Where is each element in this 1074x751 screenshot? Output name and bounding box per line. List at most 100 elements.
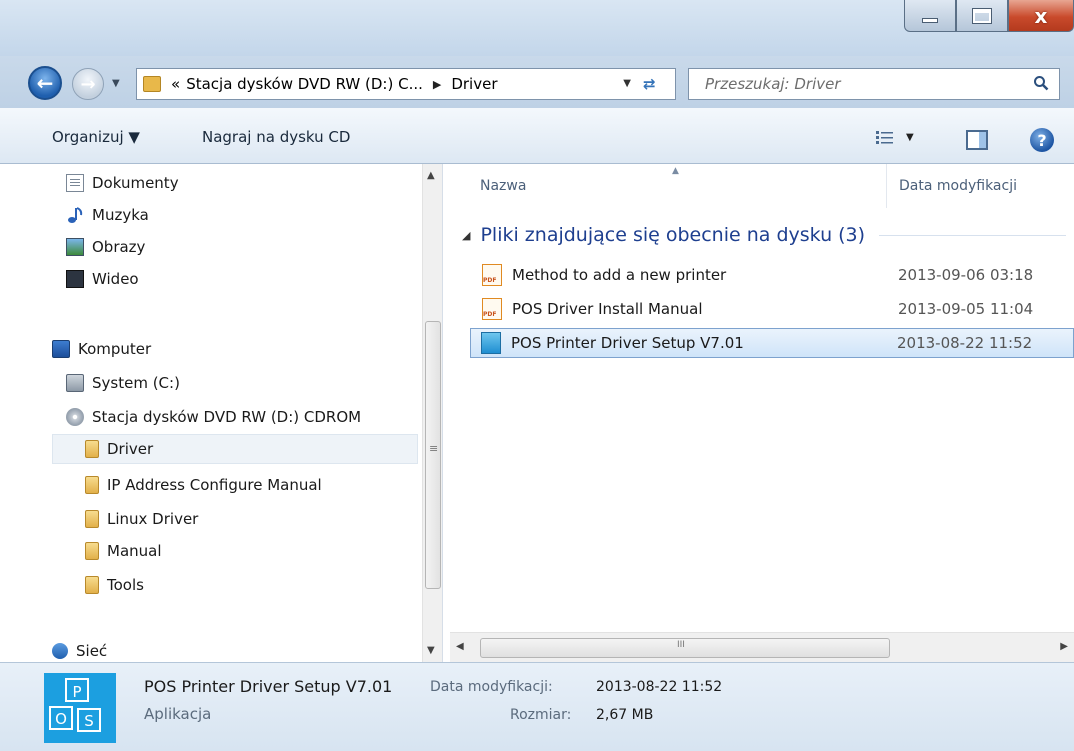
file-name: POS Driver Install Manual	[512, 300, 703, 318]
organize-button[interactable]: Organizuj ▼	[52, 128, 140, 146]
close-icon: x	[1034, 3, 1048, 28]
preview-pane-icon[interactable]	[966, 130, 988, 150]
nav-item-label: Stacja dysków DVD RW (D:) CDROM	[92, 408, 362, 426]
folder-icon	[85, 510, 99, 528]
details-file-type: Aplikacja	[144, 705, 212, 723]
nav-item-system-c[interactable]: System (C:)	[66, 368, 180, 398]
folder-icon	[85, 576, 99, 594]
nav-item-obrazy[interactable]: Obrazy	[66, 232, 145, 262]
application-icon	[481, 332, 501, 354]
change-view-icon[interactable]	[876, 130, 894, 146]
file-date: 2013-09-05 11:04	[898, 300, 1034, 318]
folder-icon	[85, 476, 99, 494]
view-options-dropdown[interactable]: ▼	[906, 132, 914, 143]
address-bar[interactable]: « Stacja dysków DVD RW (D:) C... ▶ Drive…	[136, 68, 676, 100]
address-row: ← → ▼ « Stacja dysków DVD RW (D:) C... ▶…	[0, 56, 1074, 108]
details-modified-value: 2013-08-22 11:52	[596, 679, 723, 695]
svg-text:S: S	[84, 712, 94, 730]
file-row[interactable]: Method to add a new printer 2013-09-06 0…	[472, 260, 1074, 290]
nav-item-wideo[interactable]: Wideo	[66, 264, 139, 294]
nav-item-tools[interactable]: Tools	[85, 570, 144, 600]
nav-item-label: System (C:)	[92, 374, 180, 392]
breadcrumb-separator[interactable]: ▶	[433, 78, 441, 91]
explorer-window: x ← → ▼ « Stacja dysków DVD RW (D:) C...…	[0, 0, 1074, 751]
application-icon: P O S	[44, 673, 116, 743]
network-icon	[52, 643, 68, 659]
scroll-up-icon[interactable]: ▲	[427, 170, 435, 181]
forward-arrow-icon: →	[80, 73, 96, 95]
navigation-pane: Dokumenty Muzyka Obrazy Wideo Komputer S…	[0, 164, 442, 662]
group-divider	[879, 234, 1066, 236]
command-bar: Organizuj ▼ Nagraj na dysku CD ▼ ?	[0, 108, 1074, 164]
pane-splitter[interactable]	[442, 164, 450, 662]
maximize-button[interactable]	[956, 0, 1008, 32]
file-date: 2013-08-22 11:52	[897, 334, 1033, 352]
music-icon	[66, 206, 84, 224]
group-header[interactable]: ◢ Pliki znajdujące się obecnie na dysku …	[462, 224, 1066, 246]
file-name: Method to add a new printer	[512, 266, 727, 284]
title-bar: x	[0, 0, 1074, 56]
back-button[interactable]: ←	[28, 66, 62, 100]
folder-icon	[85, 440, 99, 458]
nav-item-label: Komputer	[78, 340, 152, 358]
search-box[interactable]	[688, 68, 1060, 100]
details-size-value: 2,67 MB	[596, 707, 654, 723]
nav-item-label: IP Address Configure Manual	[107, 476, 322, 494]
column-header-date[interactable]: Data modyfikacji	[886, 164, 1017, 208]
navigation-scrollbar[interactable]: ▲ ▼	[422, 164, 442, 662]
details-modified-label: Data modyfikacji:	[430, 679, 553, 695]
back-arrow-icon: ←	[36, 71, 54, 95]
scrollbar-thumb[interactable]	[425, 321, 441, 589]
burn-to-disc-button[interactable]: Nagraj na dysku CD	[202, 128, 350, 146]
column-headers: ▲ Nazwa Data modyfikacji	[450, 164, 1074, 208]
search-icon[interactable]	[1033, 75, 1049, 91]
video-icon	[66, 270, 84, 288]
column-header-name[interactable]: Nazwa	[480, 178, 526, 194]
nav-item-label: Tools	[107, 576, 144, 594]
nav-item-komputer[interactable]: Komputer	[52, 334, 151, 364]
sort-ascending-icon: ▲	[672, 166, 679, 176]
pdf-icon	[482, 264, 502, 286]
nav-item-ip-address-manual[interactable]: IP Address Configure Manual	[85, 470, 322, 500]
scroll-down-icon[interactable]: ▼	[427, 645, 435, 656]
details-size-label: Rozmiar:	[510, 707, 572, 723]
nav-item-dokumenty[interactable]: Dokumenty	[66, 168, 179, 198]
maximize-icon	[972, 7, 992, 24]
search-input[interactable]	[705, 75, 1025, 93]
nav-item-label: Muzyka	[92, 206, 149, 224]
computer-icon	[52, 340, 70, 358]
scroll-right-icon[interactable]: ▶	[1060, 641, 1068, 652]
nav-item-driver[interactable]: Driver	[52, 434, 418, 464]
address-dropdown[interactable]: ▼	[623, 78, 631, 89]
file-row[interactable]: POS Driver Install Manual 2013-09-05 11:…	[472, 294, 1074, 324]
breadcrumb-drive[interactable]: Stacja dysków DVD RW (D:) C...	[186, 75, 423, 93]
collapse-icon[interactable]: ◢	[462, 229, 470, 242]
folder-icon	[143, 76, 161, 92]
nav-item-label: Wideo	[92, 270, 139, 288]
nav-item-label: Manual	[107, 542, 162, 560]
caption-buttons: x	[904, 0, 1074, 40]
nav-item-linux-driver[interactable]: Linux Driver	[85, 504, 198, 534]
details-pane: P O S POS Printer Driver Setup V7.01 Apl…	[0, 662, 1074, 751]
scrollbar-thumb[interactable]	[480, 638, 890, 658]
breadcrumb-prefix[interactable]: «	[171, 75, 180, 93]
file-name: POS Printer Driver Setup V7.01	[511, 334, 744, 352]
horizontal-scrollbar[interactable]: ◀ ▶	[450, 632, 1074, 662]
nav-item-label: Driver	[107, 440, 154, 458]
forward-button[interactable]: →	[72, 68, 104, 100]
close-button[interactable]: x	[1008, 0, 1074, 32]
help-icon[interactable]: ?	[1030, 128, 1054, 152]
refresh-icon[interactable]: ⇄	[643, 75, 667, 95]
breadcrumb-current[interactable]: Driver	[451, 75, 497, 93]
recent-pages-dropdown[interactable]: ▼	[112, 78, 120, 89]
pdf-icon	[482, 298, 502, 320]
file-row-selected[interactable]: POS Printer Driver Setup V7.01 2013-08-2…	[470, 328, 1074, 358]
nav-item-muzyka[interactable]: Muzyka	[66, 200, 149, 230]
nav-item-dvd-drive[interactable]: Stacja dysków DVD RW (D:) CDROM	[66, 402, 361, 432]
scroll-left-icon[interactable]: ◀	[456, 641, 464, 652]
minimize-button[interactable]	[904, 0, 956, 32]
group-label: Pliki znajdujące się obecnie na dysku (3…	[480, 224, 866, 246]
nav-item-manual[interactable]: Manual	[85, 536, 162, 566]
svg-text:O: O	[55, 710, 67, 728]
nav-item-siec[interactable]: Sieć	[52, 636, 107, 662]
